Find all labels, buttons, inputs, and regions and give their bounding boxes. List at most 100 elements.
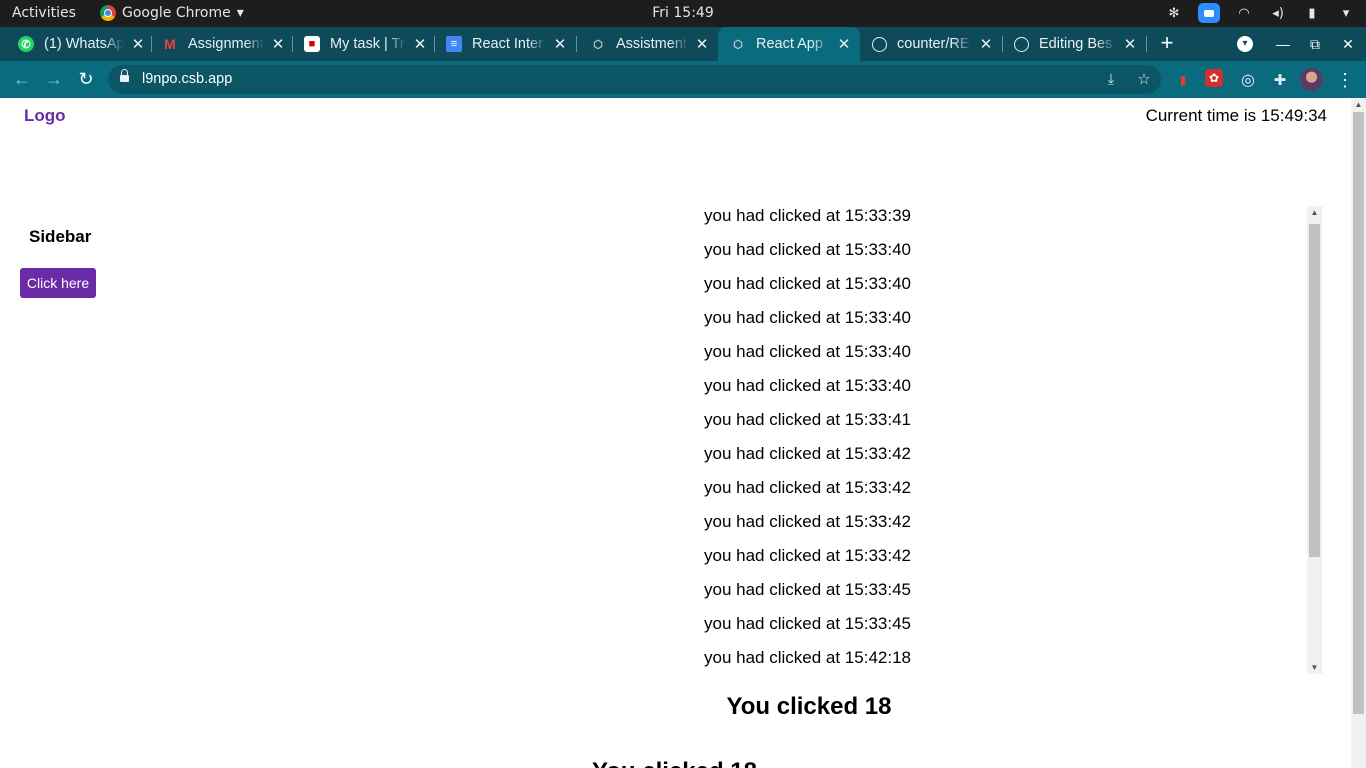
close-icon[interactable]: ✕	[552, 35, 568, 53]
slack-icon[interactable]: ✻	[1164, 3, 1184, 23]
zoom-icon[interactable]	[1198, 3, 1220, 23]
tab-separator	[576, 36, 577, 52]
tab-trello[interactable]: ■ My task | Tr ✕	[304, 27, 428, 61]
tab-title: My task | Tr	[330, 36, 405, 52]
close-icon[interactable]: ✕	[978, 35, 994, 53]
gmail-icon: M	[164, 36, 176, 52]
extension-icon[interactable]: ▮	[1172, 69, 1194, 91]
reload-button[interactable]: ↻	[74, 67, 98, 91]
chrome-icon	[100, 5, 116, 21]
click-count-heading: You clicked 18	[726, 693, 892, 720]
tab-docs[interactable]: ≡ React Inter ✕	[446, 27, 568, 61]
tab-react-app[interactable]: ⬡ React App ✕	[718, 27, 860, 61]
tab-whatsapp[interactable]: ✆ (1) WhatsApp ✕	[18, 27, 146, 61]
page-scrollbar[interactable]: ▲	[1351, 98, 1366, 768]
tab-title: Assignment	[188, 36, 264, 52]
battery-icon[interactable]: ▮	[1302, 3, 1322, 23]
address-bar[interactable]: l9npo.csb.app ⤓ ☆	[108, 65, 1161, 94]
tab-separator	[434, 36, 435, 52]
back-button[interactable]: ←	[10, 67, 34, 91]
tab-title: React Inter	[472, 36, 543, 52]
close-icon[interactable]: ✕	[836, 35, 852, 53]
tab-github-counter[interactable]: counter/RE ✕	[872, 27, 994, 61]
chevron-down-icon: ▾	[236, 5, 244, 21]
log-scrollbar[interactable]: ▲ ▼	[1307, 206, 1322, 674]
page-viewport: Logo Current time is 15:49:34 Sidebar Cl…	[0, 98, 1366, 768]
log-item: you had clicked at 15:33:40	[704, 376, 911, 395]
tab-codesandbox-assistment[interactable]: ⬡ Assistment ✕	[590, 27, 710, 61]
tab-title: (1) WhatsApp	[44, 36, 124, 52]
log-item: you had clicked at 15:42:18	[704, 648, 911, 667]
whatsapp-icon: ✆	[18, 36, 34, 52]
install-app-icon[interactable]: ⤓	[1101, 70, 1121, 90]
app-name: Google Chrome	[122, 5, 231, 21]
log-item: you had clicked at 15:33:40	[704, 308, 911, 327]
volume-icon[interactable]: ◂)	[1268, 3, 1288, 23]
log-item: you had clicked at 15:33:40	[704, 342, 911, 361]
click-here-button[interactable]: Click here	[20, 268, 96, 298]
browser-toolbar: ← → ↻ l9npo.csb.app ⤓ ☆ ▮ ✿ ◎ ✚ ⋮	[0, 61, 1366, 98]
lock-icon[interactable]	[120, 69, 129, 84]
extensions-puzzle-icon[interactable]: ✚	[1269, 69, 1291, 91]
chevron-down-icon: ▾	[1237, 36, 1253, 52]
click-count-heading-secondary: You clicked 18	[592, 758, 757, 768]
bookmark-star-icon[interactable]: ☆	[1134, 70, 1154, 90]
tab-title: counter/RE	[897, 36, 970, 52]
log-item: you had clicked at 15:33:42	[704, 444, 911, 463]
restore-button[interactable]: ⧉	[1303, 27, 1327, 61]
close-window-button[interactable]: ✕	[1336, 27, 1360, 61]
minimize-button[interactable]: —	[1271, 27, 1295, 61]
tab-separator	[1002, 36, 1003, 52]
close-icon[interactable]: ✕	[270, 35, 286, 53]
tab-github-editing[interactable]: Editing Bes ✕	[1014, 27, 1138, 61]
log-item: you had clicked at 15:33:42	[704, 546, 911, 565]
tab-separator	[151, 36, 152, 52]
trello-icon: ■	[304, 36, 320, 52]
wifi-icon[interactable]: ◠	[1234, 3, 1254, 23]
current-time: Current time is 15:49:34	[1145, 106, 1327, 125]
chevron-down-icon[interactable]: ▾	[1336, 3, 1356, 23]
log-item: you had clicked at 15:33:45	[704, 614, 911, 633]
avatar[interactable]	[1300, 68, 1323, 91]
extension-icon[interactable]: ✿	[1205, 69, 1223, 87]
app-menu[interactable]: Google Chrome ▾	[100, 5, 244, 21]
url-text[interactable]: l9npo.csb.app	[142, 71, 232, 87]
sidebar-title: Sidebar	[29, 227, 92, 246]
close-icon[interactable]: ✕	[130, 35, 146, 53]
scroll-up-icon[interactable]: ▲	[1351, 100, 1366, 109]
tab-gmail[interactable]: M Assignment ✕	[162, 27, 286, 61]
tab-title: React App	[756, 36, 823, 52]
log-item: you had clicked at 15:33:40	[704, 240, 911, 259]
os-top-bar: Activities Google Chrome ▾ Fri 15:49 ✻ ◠…	[0, 0, 1366, 27]
close-icon[interactable]: ✕	[1122, 35, 1138, 53]
close-icon[interactable]: ✕	[412, 35, 428, 53]
log-item: you had clicked at 15:33:45	[704, 580, 911, 599]
tab-search-button[interactable]: ▾	[1233, 27, 1257, 61]
logo[interactable]: Logo	[24, 106, 66, 126]
system-tray[interactable]: ✻ ◠ ◂) ▮ ▾	[1164, 3, 1356, 23]
more-menu-icon[interactable]: ⋮	[1336, 68, 1354, 92]
github-icon	[872, 36, 887, 52]
log-item: you had clicked at 15:33:39	[704, 206, 911, 225]
scroll-up-icon[interactable]: ▲	[1307, 208, 1322, 217]
docs-icon: ≡	[446, 36, 462, 52]
log-item: you had clicked at 15:33:42	[704, 478, 911, 497]
codesandbox-icon: ⬡	[733, 38, 743, 51]
tab-title: Assistment	[616, 36, 687, 52]
extension-icon[interactable]: ◎	[1237, 69, 1259, 91]
scroll-thumb[interactable]	[1353, 112, 1364, 714]
codesandbox-icon: ⬡	[593, 38, 603, 51]
tab-separator	[292, 36, 293, 52]
tab-title: Editing Bes	[1039, 36, 1113, 52]
log-item: you had clicked at 15:33:41	[704, 410, 911, 429]
click-log-list[interactable]: you had clicked at 15:33:39 you had click…	[280, 206, 1322, 674]
scroll-down-icon[interactable]: ▼	[1307, 663, 1322, 672]
log-item: you had clicked at 15:33:40	[704, 274, 911, 293]
close-icon[interactable]: ✕	[694, 35, 710, 53]
forward-button[interactable]: →	[42, 67, 66, 91]
activities-button[interactable]: Activities	[12, 5, 76, 21]
log-item: you had clicked at 15:33:42	[704, 512, 911, 531]
new-tab-button[interactable]: +	[1155, 31, 1179, 55]
tab-separator	[1146, 36, 1147, 52]
scroll-thumb[interactable]	[1309, 224, 1320, 557]
